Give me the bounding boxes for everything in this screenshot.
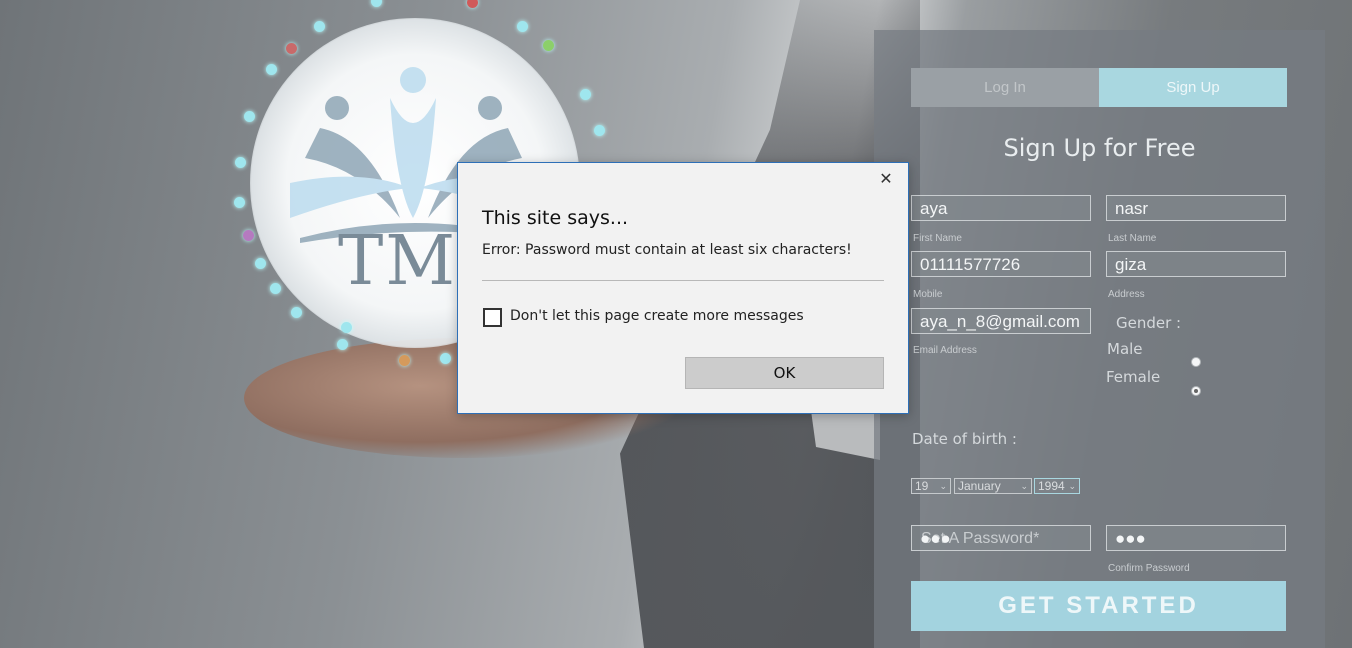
dialog-message: Error: Password must contain at least si… xyxy=(482,242,852,258)
chevron-down-icon: ⌄ xyxy=(1068,481,1076,491)
chevron-down-icon: ⌄ xyxy=(1020,481,1028,491)
network-node-icon xyxy=(235,157,246,168)
chevron-down-icon: ⌄ xyxy=(939,481,947,491)
network-node-icon xyxy=(517,21,528,32)
gender-female-radio[interactable] xyxy=(1191,386,1201,396)
network-node-icon xyxy=(314,21,325,32)
network-node-icon xyxy=(255,258,266,269)
dialog-title: This site says... xyxy=(482,207,629,229)
confirm-password-input[interactable]: ●●● xyxy=(1106,525,1286,551)
network-node-icon xyxy=(291,307,302,318)
email-input[interactable]: aya_n_8@gmail.com xyxy=(911,308,1091,334)
dob-month-select[interactable]: January ⌄ xyxy=(954,478,1032,494)
dob-year-value: 1994 xyxy=(1038,479,1065,493)
network-node-icon xyxy=(341,322,352,333)
panel-title: Sign Up for Free xyxy=(1003,134,1196,162)
dob-year-select[interactable]: 1994 ⌄ xyxy=(1034,478,1080,494)
password-value: ●●● xyxy=(920,529,951,548)
network-node-icon xyxy=(337,339,348,350)
network-node-icon xyxy=(270,283,281,294)
gender-option-male-label: Male xyxy=(1107,340,1143,358)
network-node-icon xyxy=(243,230,254,241)
alert-dialog: ✕ This site says... Error: Password must… xyxy=(457,162,909,414)
last-name-input[interactable]: nasr xyxy=(1106,195,1286,221)
tab-signup[interactable]: Sign Up xyxy=(1099,68,1287,107)
suppress-messages-label[interactable]: Don't let this page create more messages xyxy=(510,308,804,324)
network-node-icon xyxy=(594,125,605,136)
mobile-input[interactable]: 01111577726 xyxy=(911,251,1091,277)
dob-month-value: January xyxy=(958,479,1001,493)
get-started-button[interactable]: GET STARTED xyxy=(911,581,1286,631)
first-name-input[interactable]: aya xyxy=(911,195,1091,221)
address-hint: Address xyxy=(1108,289,1145,300)
last-name-hint: Last Name xyxy=(1108,233,1157,244)
network-node-icon xyxy=(580,89,591,100)
address-input[interactable]: giza xyxy=(1106,251,1286,277)
mobile-hint: Mobile xyxy=(913,289,943,300)
dob-day-select[interactable]: 19 ⌄ xyxy=(911,478,951,494)
network-node-icon xyxy=(286,43,297,54)
network-node-icon xyxy=(543,40,554,51)
email-hint: Email Address xyxy=(913,345,977,356)
network-node-icon xyxy=(440,353,451,364)
network-node-icon xyxy=(467,0,478,8)
dob-day-value: 19 xyxy=(915,479,929,493)
suppress-messages-checkbox[interactable] xyxy=(483,308,502,327)
signup-panel: Log In Sign Up Sign Up for Free aya Firs… xyxy=(874,30,1325,648)
first-name-hint: First Name xyxy=(913,233,962,244)
close-icon[interactable]: ✕ xyxy=(878,171,894,187)
network-node-icon xyxy=(266,64,277,75)
network-node-icon xyxy=(399,355,410,366)
dialog-divider xyxy=(482,280,884,281)
password-input[interactable]: Set A Password* ●●● xyxy=(911,525,1091,551)
ok-button[interactable]: OK xyxy=(685,357,884,389)
confirm-password-hint: Confirm Password xyxy=(1108,563,1190,574)
gender-male-radio[interactable] xyxy=(1191,357,1201,367)
gender-label: Gender : xyxy=(1116,314,1182,332)
network-node-icon xyxy=(234,197,245,208)
gender-option-female-label: Female xyxy=(1106,368,1161,386)
network-node-icon xyxy=(371,0,382,7)
network-node-icon xyxy=(244,111,255,122)
dob-label: Date of birth : xyxy=(912,430,1017,448)
tab-login[interactable]: Log In xyxy=(911,68,1099,107)
